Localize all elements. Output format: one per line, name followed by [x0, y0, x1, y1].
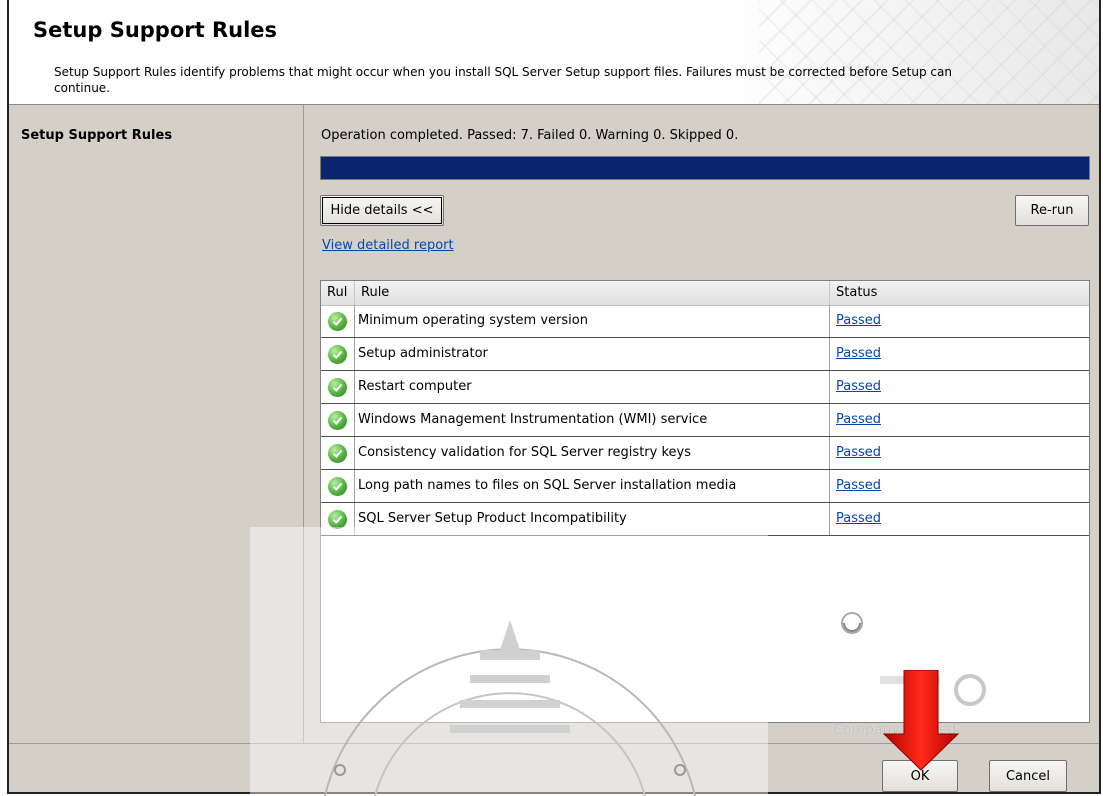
table-row[interactable]: Long path names to files on SQL Server i…: [321, 470, 1089, 503]
seal-watermark-icon: [324, 620, 696, 796]
progress-bar: [320, 156, 1090, 180]
check-icon: [328, 344, 347, 364]
progress-fill: [321, 157, 1089, 179]
status-link[interactable]: Passed: [830, 503, 1089, 535]
operation-status: Operation completed. Passed: 7. Failed 0…: [321, 128, 739, 143]
table-row[interactable]: Consistency validation for SQL Server re…: [321, 437, 1089, 470]
table-row[interactable]: SQL Server Setup Product Incompatibility…: [321, 503, 1089, 536]
column-header-rul[interactable]: Rul: [321, 281, 355, 305]
nav-item-setup-support-rules[interactable]: Setup Support Rules: [21, 128, 172, 143]
table-row[interactable]: Windows Management Instrumentation (WMI)…: [321, 404, 1089, 437]
rule-name: Minimum operating system version: [355, 305, 830, 337]
check-icon: [328, 410, 347, 430]
status-link[interactable]: Passed: [830, 338, 1089, 370]
table-header: Rul Rule Status: [321, 281, 1089, 306]
row-status-cell: [321, 404, 355, 436]
row-status-cell: [321, 305, 355, 337]
row-status-cell: [321, 338, 355, 370]
rule-name: Setup administrator: [355, 338, 830, 370]
rule-name: Consistency validation for SQL Server re…: [355, 437, 830, 469]
rerun-button[interactable]: Re-run: [1015, 195, 1089, 226]
row-status-cell: [321, 371, 355, 403]
table-row[interactable]: Setup administrator Passed: [321, 338, 1089, 371]
table-row[interactable]: Restart computer Passed: [321, 371, 1089, 404]
cancel-button[interactable]: Cancel: [989, 760, 1067, 792]
page-title: Setup Support Rules: [33, 18, 278, 42]
header-banner: Setup Support Rules Setup Support Rules …: [9, 0, 1099, 105]
red-arrow-icon: [882, 670, 960, 771]
status-link[interactable]: Passed: [830, 470, 1089, 502]
check-icon: [328, 443, 347, 463]
column-header-rule[interactable]: Rule: [355, 281, 830, 305]
column-header-status[interactable]: Status: [830, 281, 1089, 305]
check-icon: [328, 377, 347, 397]
status-link[interactable]: Passed: [830, 371, 1089, 403]
status-link[interactable]: Passed: [830, 404, 1089, 436]
nav-pane: Setup Support Rules: [9, 105, 304, 743]
status-link[interactable]: Passed: [830, 437, 1089, 469]
table-row[interactable]: Minimum operating system version Passed: [321, 305, 1089, 338]
check-icon: [328, 311, 347, 331]
check-icon: [328, 509, 347, 529]
row-status-cell: [321, 470, 355, 502]
rule-name: Long path names to files on SQL Server i…: [355, 470, 830, 502]
rule-name: Restart computer: [355, 371, 830, 403]
page-subtitle: Setup Support Rules identify problems th…: [54, 65, 952, 95]
view-report-link[interactable]: View detailed report: [322, 238, 454, 253]
hide-details-button[interactable]: Hide details <<: [320, 195, 444, 226]
rule-name: Windows Management Instrumentation (WMI)…: [355, 404, 830, 436]
rule-name: SQL Server Setup Product Incompatibility: [355, 503, 830, 535]
status-link[interactable]: Passed: [830, 305, 1089, 337]
check-icon: [328, 476, 347, 496]
row-status-cell: [321, 437, 355, 469]
row-status-cell: [321, 503, 355, 535]
